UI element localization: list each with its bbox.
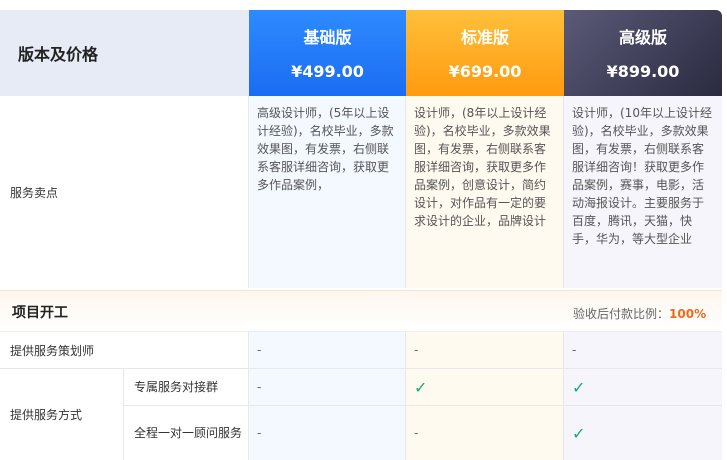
plan-price-basic: ¥499.00 (291, 62, 364, 81)
plan-name-basic: 基础版 (303, 28, 352, 47)
row-label-method-text: 提供服务方式 (10, 408, 83, 422)
sub-label-group: 专属服务对接群 (124, 369, 249, 406)
plan-name-standard: 标准版 (460, 28, 509, 47)
consultant-standard-value: - (414, 426, 419, 440)
planner-advanced: - (564, 332, 722, 369)
consultant-basic-value: - (257, 426, 262, 440)
row-label-planner: 提供服务策划师 (0, 332, 249, 369)
payment-ratio-label: 验收后付款比例： (573, 307, 670, 321)
payment-ratio: 验收后付款比例：100% (573, 305, 706, 322)
selling-points-label-text: 服务卖点 (10, 185, 59, 200)
sub-label-consultant: 全程一对一顾问服务 (124, 406, 249, 460)
table-header-label: 版本及价格 (0, 10, 249, 96)
group-standard: ✓ (406, 369, 564, 406)
consultant-advanced: ✓ (564, 406, 722, 460)
plan-price-standard: ¥699.00 (448, 62, 522, 81)
selling-points-basic: 高级设计师，(5年以上设计经验)，名校毕业，多款效果图，有发票，右侧联系客服详细… (249, 96, 406, 288)
plan-price-advanced: ¥899.00 (606, 62, 680, 81)
planner-standard-value: - (414, 343, 419, 357)
check-icon: ✓ (572, 423, 586, 443)
planner-basic-value: - (257, 343, 262, 357)
section-title: 项目开工 (12, 305, 68, 321)
header-label-text: 版本及价格 (18, 45, 99, 64)
row-label-planner-text: 提供服务策划师 (10, 343, 95, 358)
group-basic: - (249, 369, 406, 406)
selling-points-advanced: 设计师，(10年以上设计经验)，名校毕业，多款效果图，有发票，右侧联系客服详细咨… (564, 96, 722, 288)
group-basic-value: - (257, 380, 262, 394)
group-advanced: ✓ (564, 369, 722, 406)
plan-header-standard[interactable]: 标准版 ¥699.00 (406, 10, 564, 96)
planner-basic: - (249, 332, 406, 369)
plan-header-basic[interactable]: 基础版 ¥499.00 (249, 10, 406, 96)
consultant-basic: - (249, 406, 406, 460)
sub-label-group-text: 专属服务对接群 (134, 380, 219, 394)
payment-ratio-value: 100% (669, 307, 707, 321)
check-icon: ✓ (572, 377, 586, 397)
plan-header-advanced[interactable]: 高级版 ¥899.00 (564, 10, 722, 96)
row-label-method: 提供服务方式 (0, 369, 124, 460)
selling-points-label: 服务卖点 (0, 96, 249, 288)
planner-standard: - (406, 332, 564, 369)
sub-label-consultant-text: 全程一对一顾问服务 (134, 426, 243, 440)
check-icon: ✓ (414, 377, 428, 397)
plan-name-advanced: 高级版 (618, 28, 667, 47)
planner-advanced-value: - (572, 343, 577, 357)
selling-points-standard: 设计师，(8年以上设计经验)，名校毕业，多款效果图，有发票，右侧联系客服详细咨询… (406, 96, 564, 288)
consultant-standard: - (406, 406, 564, 460)
